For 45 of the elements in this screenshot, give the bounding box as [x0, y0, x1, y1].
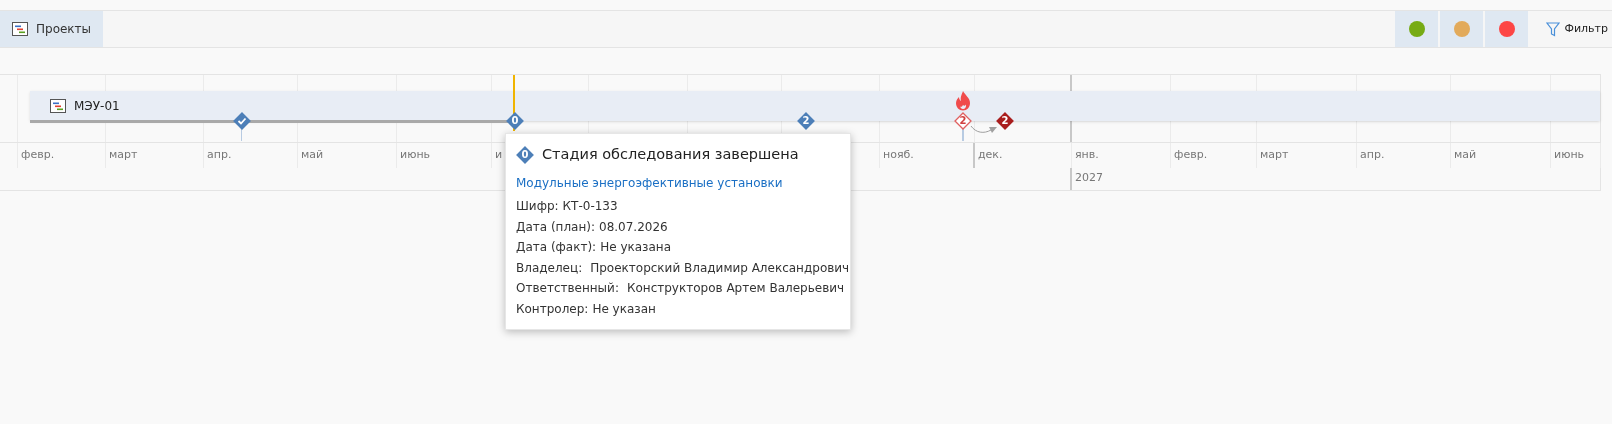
field-label: Ответственный:: [516, 280, 619, 297]
project-label: МЭУ-01: [74, 98, 120, 115]
field-value: Не указан: [592, 300, 656, 318]
field-label: Контролер:: [516, 300, 589, 318]
milestone-marker[interactable]: 2: [996, 112, 1014, 130]
milestone-marker[interactable]: 2: [954, 112, 972, 130]
projects-button[interactable]: Проекты: [0, 11, 104, 47]
month-label: июнь: [1554, 148, 1585, 161]
status-filter-button[interactable]: [1395, 11, 1439, 47]
tooltip-title: Стадия обследования завершена: [542, 145, 799, 164]
field-value: Конструкторов Артем Валерьевич: [626, 280, 845, 297]
gantt-icon: [12, 22, 28, 36]
month-label: июнь: [400, 148, 431, 161]
field-label: Дата (план):: [516, 218, 595, 236]
month-label: март: [1260, 148, 1289, 161]
milestone-marker[interactable]: 0: [516, 145, 534, 164]
month-label: апр.: [1360, 148, 1385, 161]
field-value: КТ-0-133: [562, 198, 618, 215]
month-label: февр.: [21, 148, 55, 161]
field-label: Шифр:: [516, 198, 559, 215]
month-label: февр.: [1174, 148, 1208, 161]
month-label: апр.: [207, 148, 232, 161]
field-value: Не указана: [600, 239, 671, 256]
year-label: 2027: [1074, 170, 1103, 186]
field-label: Владелец:: [516, 259, 583, 277]
filter-button[interactable]: Фильтр: [1530, 11, 1612, 47]
milestone-marker[interactable]: 0: [506, 112, 524, 130]
status-filter-button[interactable]: [1485, 11, 1529, 47]
milestone-marker[interactable]: 2: [797, 112, 815, 130]
field-value: Проекторский Владимир Александрович: [590, 259, 850, 277]
project-link[interactable]: Модульные энергоэфективные установки: [516, 173, 840, 192]
month-label: и: [495, 148, 503, 161]
month-label: май: [1454, 148, 1477, 161]
field-label: Дата (факт):: [516, 239, 597, 256]
filter-icon: [1546, 21, 1561, 37]
fire-icon: [954, 91, 972, 111]
month-label: нояб.: [883, 148, 914, 161]
gantt-icon: [50, 99, 66, 113]
month-label: дек.: [978, 148, 1003, 161]
field-value: 08.07.2026: [599, 218, 668, 236]
month-label: янв.: [1075, 148, 1099, 161]
status-filter-button[interactable]: [1440, 11, 1484, 47]
milestone-check-icon[interactable]: [233, 112, 251, 130]
month-label: май: [301, 148, 324, 161]
month-label: март: [109, 148, 138, 161]
